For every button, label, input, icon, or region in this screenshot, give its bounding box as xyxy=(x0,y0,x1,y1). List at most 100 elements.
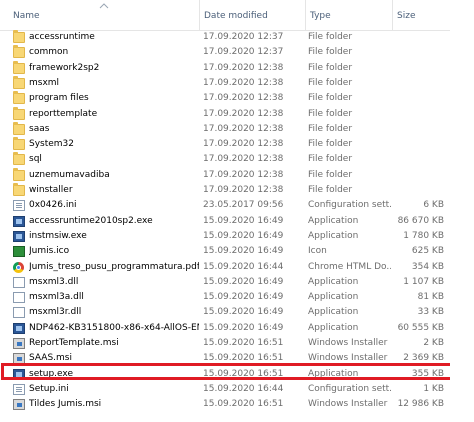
file-name: NDP462-KB3151800-x86-x64-AllOS-ENU.... xyxy=(29,322,199,333)
file-type: File folder xyxy=(308,123,353,134)
file-type: File folder xyxy=(308,185,353,195)
file-type: Application xyxy=(308,368,359,379)
file-row[interactable]: reporttemplate 17.09.2020 12:38 File folde… xyxy=(0,106,474,122)
file-row[interactable]: System32 17.09.2020 12:38 File folder xyxy=(0,137,474,152)
file-size: 625 KB xyxy=(411,246,444,257)
file-row[interactable]: ReportTemplate.msi 15.09.2020 16:51 Window… xyxy=(0,336,474,351)
file-row[interactable]: msxml 17.09.2020 12:38 File folder xyxy=(0,75,474,91)
file-row[interactable]: framework2sp2 17.09.2020 12:38 File folder xyxy=(0,60,474,76)
file-row[interactable]: SAAS.msi 15.09.2020 16:51 Windows Installe… xyxy=(0,351,474,366)
file-type: File folder xyxy=(308,32,353,42)
file-name: 0x0426.ini xyxy=(29,200,77,211)
file-row[interactable]: saas 17.09.2020 12:38 File folder xyxy=(0,121,474,137)
file-date-modified: 15.09.2020 16:51 xyxy=(203,399,284,410)
application-icon xyxy=(13,215,25,227)
msi-installer-icon xyxy=(13,338,25,349)
file-name: Jumis_treso_pusu_programmatura.pdf xyxy=(29,261,199,272)
file-size xyxy=(392,45,444,60)
file-name: setup.exe xyxy=(29,368,73,379)
file-size xyxy=(392,122,444,137)
application-icon xyxy=(13,230,25,242)
column-header-date-modified[interactable]: Date modified xyxy=(199,0,305,30)
file-row[interactable]: Jumis.ico 15.09.2020 16:49 Icon 625 KB xyxy=(0,244,474,259)
file-date-modified: 17.09.2020 12:38 xyxy=(203,185,284,195)
file-row[interactable]: program files 17.09.2020 12:38 File folder xyxy=(0,91,474,106)
file-name: program files xyxy=(29,93,89,104)
file-size xyxy=(392,107,444,122)
file-row[interactable]: instmsiw.exe 15.09.2020 16:49 Application 1… xyxy=(0,229,474,244)
file-name: SAAS.msi xyxy=(29,353,72,364)
file-type: Chrome HTML Do... xyxy=(308,261,391,272)
file-row[interactable]: msxml3a.dll 15.09.2020 16:49 Application 81… xyxy=(0,290,474,305)
folder-icon xyxy=(13,167,25,181)
file-row[interactable]: setup.exe 15.09.2020 16:51 Application 355 … xyxy=(0,367,474,382)
vertical-scrollbar[interactable] xyxy=(450,0,474,422)
file-row[interactable]: NDP462-KB3151800-x86-x64-AllOS-ENU.... 15… xyxy=(0,321,474,336)
file-type: File folder xyxy=(308,139,353,150)
file-name: Setup.ini xyxy=(29,383,69,394)
file-size xyxy=(392,30,444,45)
file-type: File folder xyxy=(308,108,353,119)
column-header-type[interactable]: Type xyxy=(305,0,392,30)
folder-icon xyxy=(13,91,25,105)
ini-file-icon xyxy=(13,383,25,395)
file-row[interactable]: Tildes Jumis.msi 15.09.2020 16:51 Windows … xyxy=(0,397,474,412)
file-type: Application xyxy=(308,230,359,241)
file-row[interactable]: Setup.ini 15.09.2020 16:44 Configuration s… xyxy=(0,382,474,397)
chrome-pdf-icon xyxy=(13,261,24,273)
file-type: File folder xyxy=(308,62,353,73)
column-header-bar: Name Date modified Type Size xyxy=(0,0,474,31)
msi-installer-icon xyxy=(13,353,25,365)
dll-file-icon xyxy=(13,276,25,288)
file-date-modified: 15.09.2020 16:49 xyxy=(203,322,284,333)
file-name: accessruntime2010sp2.exe xyxy=(29,215,153,226)
file-type: File folder xyxy=(308,93,353,104)
file-size xyxy=(392,137,444,152)
file-type: Icon xyxy=(308,246,327,257)
file-name: common xyxy=(29,47,69,58)
file-date-modified: 23.05.2017 09:56 xyxy=(203,200,284,211)
column-header-size[interactable]: Size xyxy=(392,0,450,30)
application-icon xyxy=(13,322,25,334)
file-name: instmsiw.exe xyxy=(29,230,87,241)
file-date-modified: 15.09.2020 16:49 xyxy=(203,292,284,303)
folder-icon xyxy=(13,137,25,151)
file-row[interactable]: accessruntime2010sp2.exe 15.09.2020 16:49… xyxy=(0,214,474,229)
file-row[interactable]: uznemumavadiba 17.09.2020 12:38 File folde… xyxy=(0,167,474,183)
file-size xyxy=(392,61,444,76)
file-type: Windows Installer ... xyxy=(308,338,391,348)
file-type: Application xyxy=(308,307,359,318)
file-row[interactable]: Jumis_treso_pusu_programmatura.pdf 15.09.… xyxy=(0,260,474,275)
file-size xyxy=(392,91,444,106)
file-row[interactable]: sql 17.09.2020 12:38 File folder xyxy=(0,152,474,167)
folder-icon xyxy=(13,106,25,120)
file-type: Configuration sett... xyxy=(308,383,391,394)
file-row[interactable]: msxml3r.dll 15.09.2020 16:49 Application 33… xyxy=(0,305,474,320)
folder-icon xyxy=(13,30,25,43)
file-size xyxy=(392,183,444,198)
file-size: 60 555 KB xyxy=(397,322,444,333)
column-header-name[interactable]: Name xyxy=(9,0,199,30)
file-name: sql xyxy=(29,154,42,165)
file-row[interactable]: 0x0426.ini 23.05.2017 09:56 Configuration … xyxy=(0,198,474,213)
file-size: 86 670 KB xyxy=(397,215,444,226)
file-size: 33 KB xyxy=(417,307,444,318)
dll-file-icon xyxy=(13,292,25,304)
file-size xyxy=(392,168,444,183)
file-date-modified: 15.09.2020 16:49 xyxy=(203,276,284,287)
file-name: msxml xyxy=(29,77,60,88)
file-name: Tildes Jumis.msi xyxy=(29,399,102,410)
file-date-modified: 17.09.2020 12:38 xyxy=(203,169,284,180)
file-date-modified: 15.09.2020 16:49 xyxy=(203,246,284,257)
file-date-modified: 17.09.2020 12:37 xyxy=(203,32,284,42)
file-type: Application xyxy=(308,215,359,226)
file-row[interactable]: common 17.09.2020 12:37 File folder xyxy=(0,45,474,60)
file-date-modified: 15.09.2020 16:49 xyxy=(203,215,284,226)
file-size: 1 780 KB xyxy=(403,230,444,241)
file-size xyxy=(392,76,444,91)
file-name: ReportTemplate.msi xyxy=(29,338,119,348)
file-row[interactable]: winstaller 17.09.2020 12:38 File folder xyxy=(0,183,474,198)
file-row[interactable]: accessruntime 17.09.2020 12:37 File folder xyxy=(0,30,474,45)
folder-icon xyxy=(13,152,25,166)
file-row[interactable]: msxml3.dll 15.09.2020 16:49 Application 1 1… xyxy=(0,275,474,290)
